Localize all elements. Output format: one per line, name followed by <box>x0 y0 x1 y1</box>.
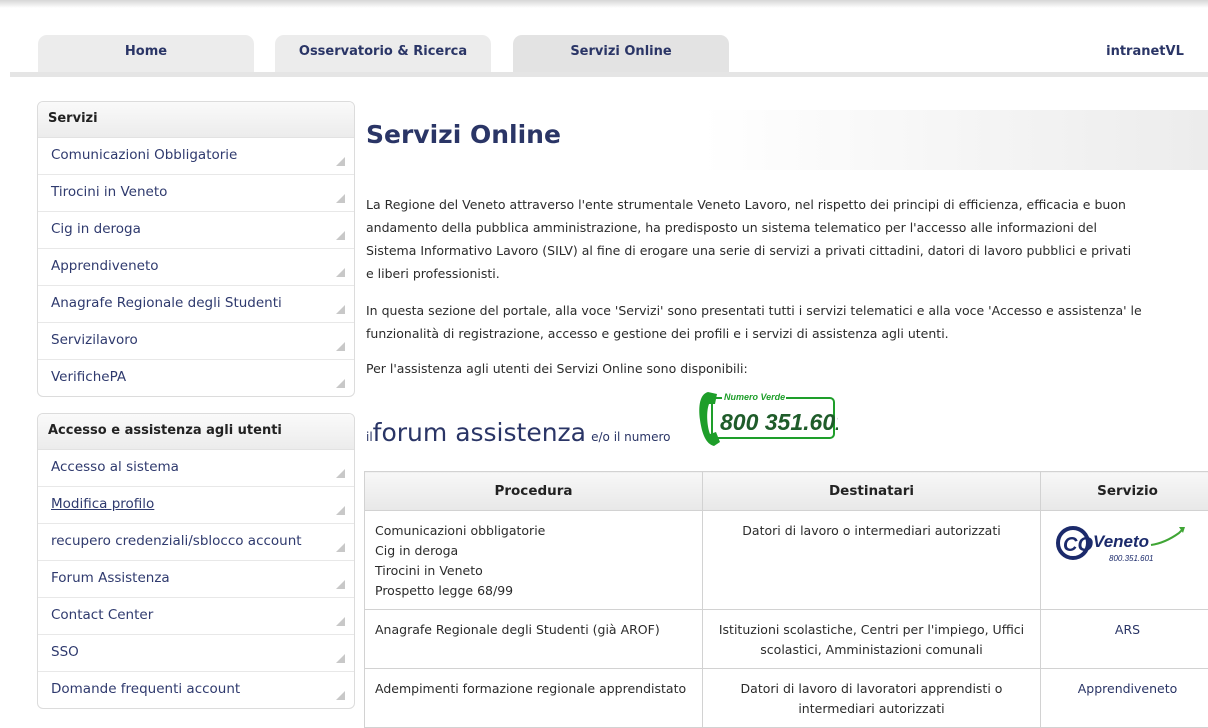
corner-arrow-icon <box>336 469 345 478</box>
corner-arrow-icon <box>336 194 345 203</box>
tab-intranetvl[interactable]: intranetVL <box>1090 35 1200 72</box>
forum-line: ilforum assistenza e/o il numero <box>366 418 670 447</box>
sidebar-item-anagrafe-regionale[interactable]: Anagrafe Regionale degli Studenti <box>38 286 354 323</box>
numero-verde-number: 800 351.601 <box>720 409 838 435</box>
assistance-paragraph: Per l'assistenza agli utenti dei Servizi… <box>366 357 1208 380</box>
table-row: Comunicazioni obbligatorie Cig in deroga… <box>365 511 1208 610</box>
corner-arrow-icon <box>336 231 345 240</box>
svg-text:CO: CO <box>1063 534 1093 556</box>
tab-osservatorio-ricerca[interactable]: Osservatorio & Ricerca <box>275 35 491 72</box>
procedura-cell: Comunicazioni obbligatorie Cig in deroga… <box>365 511 703 610</box>
servizio-cell[interactable]: CO Veneto 800.351.601 <box>1041 511 1208 610</box>
corner-arrow-icon <box>336 379 345 388</box>
sidebar-item-accesso-al-sistema[interactable]: Accesso al sistema <box>38 450 354 487</box>
co-veneto-logo[interactable]: CO Veneto 800.351.601 <box>1053 521 1203 569</box>
procedura-cell: Anagrafe Regionale degli Studenti (già A… <box>365 610 703 669</box>
sidebar-servizi: Servizi Comunicazioni Obbligatorie Tiroc… <box>37 101 355 397</box>
forum-prefix: il <box>366 430 373 444</box>
sidebar-accesso-assistenza: Accesso e assistenza agli utenti Accesso… <box>37 413 355 709</box>
corner-arrow-icon <box>336 580 345 589</box>
numero-verde-label: Numero Verde <box>724 392 785 402</box>
sidebar-item-recupero-credenziali[interactable]: recupero credenziali/sblocco account <box>38 524 354 561</box>
corner-arrow-icon <box>336 506 345 515</box>
top-shadow <box>0 0 1208 8</box>
corner-arrow-icon <box>336 157 345 166</box>
sidebar-accesso-title: Accesso e assistenza agli utenti <box>38 414 354 450</box>
table-row: Anagrafe Regionale degli Studenti (già A… <box>365 610 1208 669</box>
corner-arrow-icon <box>336 617 345 626</box>
corner-arrow-icon <box>336 543 345 552</box>
servizio-link-ars[interactable]: ARS <box>1041 610 1208 669</box>
forum-suffix: e/o il numero <box>591 430 670 444</box>
sidebar-item-tirocini-in-veneto[interactable]: Tirocini in Veneto <box>38 175 354 212</box>
corner-arrow-icon <box>336 654 345 663</box>
corner-arrow-icon <box>336 268 345 277</box>
svg-text:Veneto: Veneto <box>1093 532 1149 551</box>
servizio-link-apprendiveneto[interactable]: Apprendiveneto <box>1041 669 1208 728</box>
table-row: Adempimenti formazione regionale apprend… <box>365 669 1208 728</box>
destinatari-cell: Datori di lavoro o intermediari autorizz… <box>703 511 1041 610</box>
services-table: Procedura Destinatari Servizio Comunicaz… <box>364 471 1208 728</box>
header-destinatari: Destinatari <box>703 472 1041 511</box>
sidebar-item-apprendiveneto[interactable]: Apprendiveneto <box>38 249 354 286</box>
sidebar-item-cig-in-deroga[interactable]: Cig in deroga <box>38 212 354 249</box>
nav-divider <box>10 72 1208 77</box>
intro-paragraph: La Regione del Veneto attraverso l'ente … <box>366 193 1208 285</box>
forum-assistenza-link[interactable]: forum assistenza <box>373 418 586 447</box>
page-title: Servizi Online <box>366 120 561 149</box>
sidebar-item-domande-frequenti[interactable]: Domande frequenti account <box>38 672 354 708</box>
header-procedura: Procedura <box>365 472 703 511</box>
sidebar-item-contact-center[interactable]: Contact Center <box>38 598 354 635</box>
destinatari-cell: Istituzioni scolastiche, Centri per l'im… <box>703 610 1041 669</box>
corner-arrow-icon <box>336 305 345 314</box>
sidebar-item-comunicazioni-obbligatorie[interactable]: Comunicazioni Obbligatorie <box>38 138 354 175</box>
corner-arrow-icon <box>336 342 345 351</box>
procedura-cell: Adempimenti formazione regionale apprend… <box>365 669 703 728</box>
sidebar-item-servizilavoro[interactable]: Servizilavoro <box>38 323 354 360</box>
sidebar-item-verifichepa[interactable]: VerifichePA <box>38 360 354 396</box>
tab-servizi-online[interactable]: Servizi Online <box>513 35 729 72</box>
header-servizio: Servizio <box>1041 472 1208 511</box>
arrow-icon <box>1151 529 1183 545</box>
tab-home[interactable]: Home <box>38 35 254 72</box>
destinatari-cell: Datori di lavoro di lavoratori apprendis… <box>703 669 1041 728</box>
numero-verde-logo: Numero Verde 800 351.601 <box>694 386 838 448</box>
corner-arrow-icon <box>336 691 345 700</box>
sidebar-item-sso[interactable]: SSO <box>38 635 354 672</box>
section-paragraph: In questa sezione del portale, alla voce… <box>366 299 1208 345</box>
svg-text:800.351.601: 800.351.601 <box>1109 554 1154 563</box>
sidebar-item-forum-assistenza[interactable]: Forum Assistenza <box>38 561 354 598</box>
sidebar-servizi-title: Servizi <box>38 102 354 138</box>
sidebar-item-modifica-profilo[interactable]: Modifica profilo <box>38 487 354 524</box>
top-navigation: Home Osservatorio & Ricerca Servizi Onli… <box>0 35 1208 79</box>
